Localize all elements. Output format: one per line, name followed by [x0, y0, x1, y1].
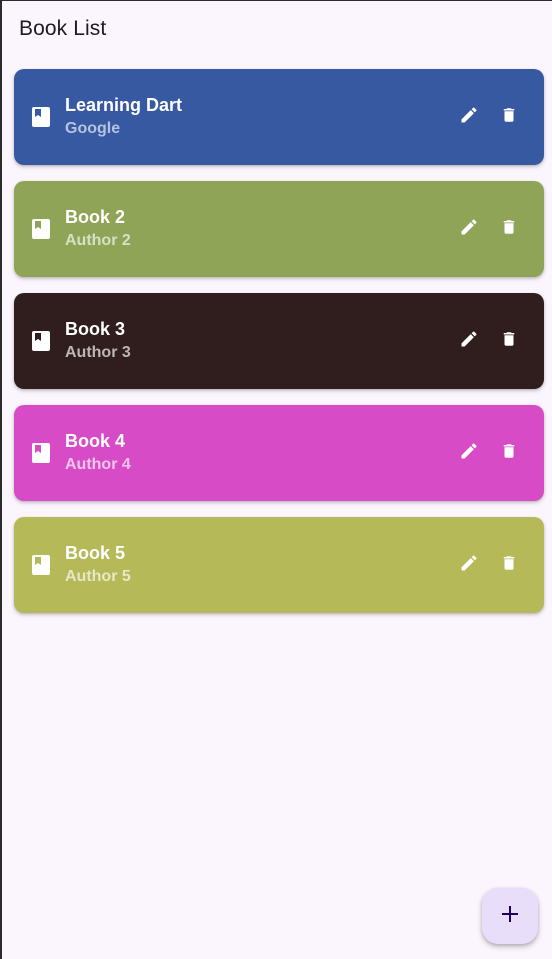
book-title: Learning Dart — [65, 95, 183, 115]
book-author: Author 2 — [65, 232, 131, 249]
delete-icon — [500, 217, 518, 242]
delete-button[interactable] — [497, 217, 521, 241]
delete-icon — [500, 553, 518, 578]
book-card[interactable]: Book 5 Author 5 — [14, 517, 544, 613]
book-list: Learning Dart Google Book 2 Author 2 Boo… — [14, 69, 544, 613]
delete-button[interactable] — [497, 329, 521, 353]
book-icon — [32, 219, 50, 239]
book-author: Author 4 — [65, 456, 131, 473]
edit-button[interactable] — [457, 329, 481, 353]
edit-button[interactable] — [457, 441, 481, 465]
book-card[interactable]: Book 4 Author 4 — [14, 405, 544, 501]
delete-button[interactable] — [497, 105, 521, 129]
book-icon — [32, 107, 50, 127]
book-icon — [32, 331, 50, 351]
book-author: Author 5 — [65, 568, 131, 585]
edit-icon — [459, 441, 479, 466]
delete-icon — [500, 441, 518, 466]
book-title: Book 5 — [65, 543, 126, 563]
book-icon — [32, 555, 50, 575]
book-title: Book 2 — [65, 207, 126, 227]
edit-icon — [459, 329, 479, 354]
book-title: Book 3 — [65, 319, 126, 339]
edit-button[interactable] — [457, 553, 481, 577]
book-card[interactable]: Book 3 Author 3 — [14, 293, 544, 389]
book-card[interactable]: Learning Dart Google — [14, 69, 544, 165]
delete-button[interactable] — [497, 553, 521, 577]
edit-button[interactable] — [457, 105, 481, 129]
add-icon — [501, 905, 519, 928]
page-title: Book List — [19, 17, 107, 40]
add-book-button[interactable] — [482, 888, 538, 944]
book-author: Author 3 — [65, 344, 131, 361]
book-card[interactable]: Book 2 Author 2 — [14, 181, 544, 277]
edit-icon — [459, 217, 479, 242]
book-author: Google — [65, 120, 121, 137]
delete-button[interactable] — [497, 441, 521, 465]
edit-icon — [459, 553, 479, 578]
delete-icon — [500, 329, 518, 354]
edit-icon — [459, 105, 479, 130]
book-icon — [32, 443, 50, 463]
edit-button[interactable] — [457, 217, 481, 241]
app-screen: Book List Learning Dart Google Book 2 Au… — [0, 0, 552, 959]
book-title: Book 4 — [65, 431, 126, 451]
delete-icon — [500, 105, 518, 130]
